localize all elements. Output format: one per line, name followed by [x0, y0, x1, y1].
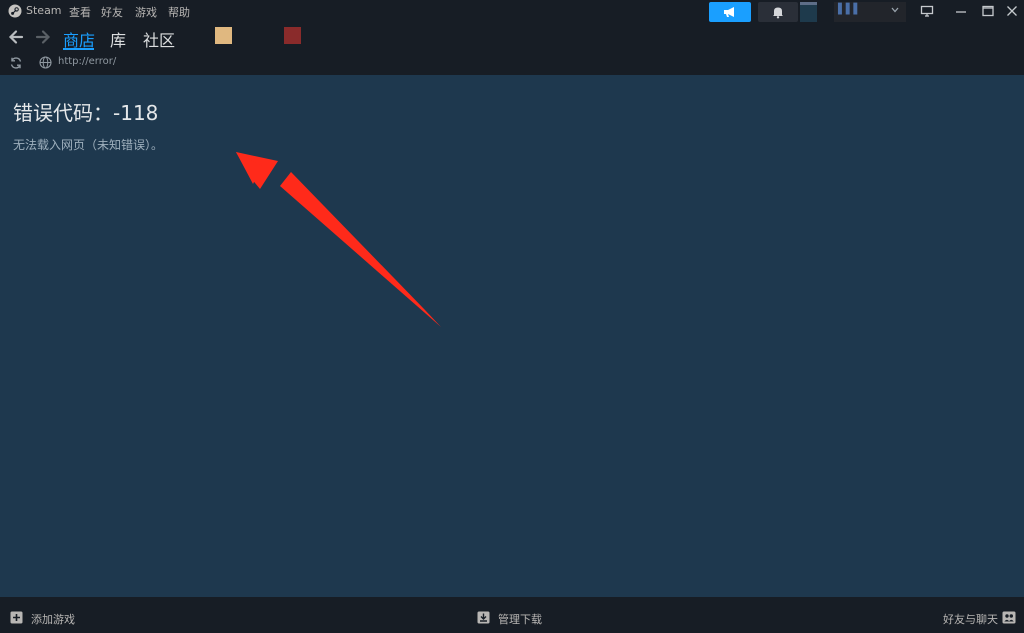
annotation-arrow: [236, 152, 441, 327]
menu-friends[interactable]: 好友: [101, 4, 123, 20]
announcements-button[interactable]: [709, 2, 751, 22]
close-icon[interactable]: [1005, 4, 1019, 18]
redacted-tab-block[interactable]: [284, 27, 301, 44]
reload-icon[interactable]: [9, 56, 23, 70]
annotation-arrow-shaft: [280, 172, 441, 327]
menu-view[interactable]: 查看: [69, 4, 91, 20]
nav-bar: 商店 库 社区: [0, 24, 1024, 52]
maximize-icon[interactable]: [981, 4, 995, 18]
chevron-down-icon: [891, 7, 899, 13]
menu-bar: Steam 查看 好友 游戏 帮助 ▌▌▌: [0, 0, 1024, 22]
account-name: ▌▌▌: [838, 4, 862, 15]
tab-library[interactable]: 库: [110, 27, 126, 51]
globe-icon: [39, 56, 52, 69]
manage-downloads-button[interactable]: 管理下载: [498, 611, 542, 627]
minimize-icon[interactable]: [954, 4, 968, 18]
download-icon[interactable]: [477, 611, 490, 624]
megaphone-icon: [724, 7, 734, 17]
redacted-username-block[interactable]: [215, 27, 232, 44]
active-tab-indicator: [63, 48, 94, 50]
bell-icon: [773, 7, 783, 19]
menu-games[interactable]: 游戏: [135, 4, 157, 20]
notifications-button[interactable]: [758, 2, 798, 22]
url-text[interactable]: http://error/: [58, 56, 116, 67]
menu-help[interactable]: 帮助: [168, 4, 190, 20]
add-game-button[interactable]: 添加游戏: [31, 611, 75, 627]
title-bar: Steam 查看 好友 游戏 帮助 ▌▌▌ 商店 库 社区 http://err…: [0, 0, 1024, 75]
back-arrow-icon[interactable]: [7, 28, 25, 46]
bottom-bar: 添加游戏 管理下载 好友与聊天: [0, 597, 1024, 633]
friends-chat-button[interactable]: 好友与聊天: [943, 611, 998, 627]
menu-steam[interactable]: Steam: [26, 4, 62, 17]
avatar[interactable]: [800, 5, 817, 22]
error-page: 错误代码：-118 无法载入网页（未知错误）。: [0, 75, 1024, 597]
plus-icon[interactable]: [10, 611, 23, 624]
forward-arrow-icon[interactable]: [34, 28, 52, 46]
url-bar: http://error/: [0, 53, 1024, 73]
tab-community[interactable]: 社区: [143, 27, 175, 51]
friends-icon[interactable]: [1002, 611, 1016, 624]
monitor-icon[interactable]: [920, 4, 934, 18]
steam-logo-icon[interactable]: [8, 4, 22, 18]
